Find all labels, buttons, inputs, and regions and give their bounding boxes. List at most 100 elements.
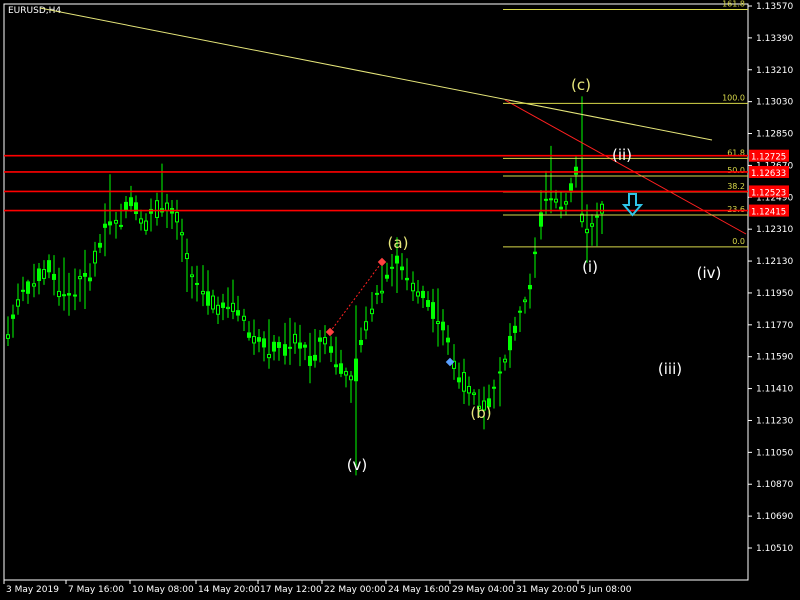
candle-body <box>155 200 159 218</box>
candle-body <box>247 332 251 338</box>
candle-body <box>492 386 496 389</box>
sell-arrow-icon[interactable] <box>621 193 644 217</box>
price-tick-label: 1.11230 <box>756 416 793 426</box>
candle-body <box>518 310 522 313</box>
candle-body <box>83 273 87 277</box>
candle-body <box>436 321 440 324</box>
price-tick-label: 1.11050 <box>756 448 793 458</box>
candle-body <box>303 344 307 348</box>
trading-chart-window[interactable]: EURUSD,H4 1.13570 1.13390 1.13210 1.13030 1.1… <box>0 0 800 600</box>
time-tick-label: 24 May 16:00 <box>388 585 450 595</box>
candle-body <box>16 299 20 307</box>
candle-body <box>549 198 553 201</box>
time-tick-label: 10 May 08:00 <box>132 585 194 595</box>
candle-body <box>385 274 389 279</box>
fib-level-label: 50.0 <box>727 166 745 175</box>
candle-body <box>242 315 246 321</box>
candle-body <box>206 291 210 306</box>
candle-body <box>457 377 461 383</box>
time-tick-label: 7 May 16:00 <box>68 585 124 595</box>
candle-body <box>78 276 82 280</box>
price-chart[interactable]: EURUSD,H4 1.135701.133901.132101.130301.1… <box>0 0 800 600</box>
candle-body <box>513 325 517 333</box>
candle-body <box>231 302 235 312</box>
candle-body <box>98 242 102 248</box>
wave-label: (v) <box>347 456 368 474</box>
candle-body <box>498 371 502 374</box>
candle-body <box>554 198 558 203</box>
candle-body <box>26 281 30 294</box>
candle-body <box>52 273 56 280</box>
candle-body <box>390 266 394 269</box>
price-tick-label: 1.13210 <box>756 66 793 76</box>
candle-body <box>108 221 112 226</box>
candle-body <box>221 302 225 308</box>
arrow-shape <box>621 193 644 217</box>
candle-body <box>293 333 297 344</box>
candle-body <box>257 337 261 342</box>
price-tick-label: 1.11770 <box>756 321 793 331</box>
candle-body <box>416 291 420 297</box>
candle-body <box>421 290 425 299</box>
candle-body <box>544 198 548 201</box>
candle-body <box>380 290 384 294</box>
price-tick-label: 1.12850 <box>756 130 793 140</box>
price-tick-label: 1.12130 <box>756 257 793 267</box>
time-tick-label: 29 May 04:00 <box>452 585 514 595</box>
wave-label: (ii) <box>612 146 632 164</box>
candle-body <box>400 266 404 271</box>
price-tick-label: 1.11590 <box>756 353 793 363</box>
candle-body <box>185 253 189 260</box>
candle-body <box>354 358 358 382</box>
price-tick-label: 1.13030 <box>756 98 793 108</box>
chart-frame <box>3 3 749 581</box>
candle-body <box>590 223 594 227</box>
wave-label: (a) <box>388 234 409 252</box>
candle-body <box>211 295 215 310</box>
candle-body <box>595 215 599 218</box>
wave-label: (c) <box>571 76 591 94</box>
candle-body <box>523 299 527 303</box>
candle-body <box>318 337 322 342</box>
candle-body <box>129 197 133 207</box>
descending-trendline[interactable] <box>39 7 713 141</box>
wave-label: (iii) <box>658 360 682 378</box>
time-tick-label: 3 May 2019 <box>6 585 59 595</box>
candle-body <box>426 300 430 307</box>
price-tick-label: 1.10690 <box>756 512 793 522</box>
candle-body <box>144 220 148 231</box>
price-tick-label: 1.13390 <box>756 34 793 44</box>
candle-body <box>405 277 409 281</box>
candle-body <box>88 277 92 282</box>
candle-body <box>600 203 604 214</box>
price-level-tag-label: 1.12633 <box>751 169 786 179</box>
fib-level-label: 23.6 <box>727 205 745 214</box>
candle-body <box>533 251 537 255</box>
wave-label: (iv) <box>697 264 722 282</box>
candle-body <box>411 282 415 292</box>
candle-body <box>267 353 271 359</box>
candle-body <box>32 283 36 287</box>
candle-body <box>298 342 302 349</box>
time-tick-label: 31 May 20:00 <box>516 585 578 595</box>
candle-body <box>62 294 66 297</box>
candle-body <box>349 375 353 381</box>
candle-body <box>37 268 41 282</box>
candle-body <box>216 304 220 315</box>
candle-body <box>339 363 343 374</box>
candle-body <box>308 355 312 366</box>
price-tick-label: 1.11950 <box>756 289 793 299</box>
candle-body <box>190 274 194 278</box>
candle-body <box>47 260 51 273</box>
candle-body <box>165 202 169 211</box>
candle-body <box>180 232 184 236</box>
candle-body <box>467 385 471 394</box>
candle-body <box>446 337 450 343</box>
candle-body <box>431 302 435 319</box>
price-tick-label: 1.10510 <box>756 544 793 554</box>
candle-body <box>559 206 563 210</box>
candle-body <box>370 308 374 315</box>
candle-body <box>564 201 568 205</box>
candle-body <box>252 336 256 344</box>
price-level-tag-label: 1.12523 <box>751 188 786 198</box>
